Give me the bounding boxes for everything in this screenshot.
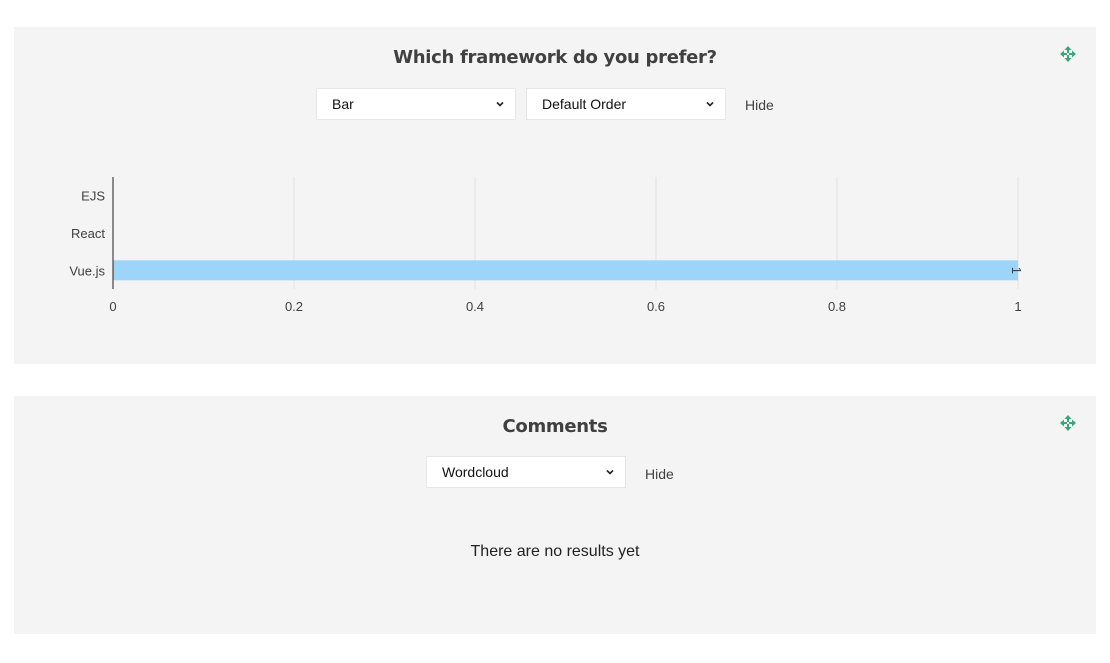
x-tick-label: 0.4 <box>466 299 484 314</box>
x-tick-label: 0 <box>109 299 116 314</box>
x-tick-label: 0.2 <box>285 299 303 314</box>
x-tick-label: 0.6 <box>647 299 665 314</box>
x-tick-label: 1 <box>1014 299 1021 314</box>
y-category-label: Vue.js <box>69 263 105 278</box>
y-category-label: EJS <box>81 189 105 204</box>
hide-comments-button[interactable]: Hide <box>645 466 674 482</box>
comments-view-select[interactable]: Wordcloud <box>426 456 626 488</box>
move-arrows-icon[interactable] <box>1060 415 1076 431</box>
bar-chart: 0 0.2 0.4 0.6 0.8 1 EJS React Vue.js 1 <box>69 177 1024 314</box>
chevron-down-icon <box>606 469 614 475</box>
empty-results-message: There are no results yet <box>470 543 640 560</box>
bar-data-label: 1 <box>1009 267 1024 274</box>
y-category-label: React <box>71 226 105 241</box>
comments-view-select-value: Wordcloud <box>442 464 509 480</box>
comments-title: Comments <box>502 416 608 437</box>
bar <box>113 260 1018 281</box>
comments-panel: Comments Wordcloud Hide There are no res… <box>14 396 1096 634</box>
x-tick-label: 0.8 <box>828 299 846 314</box>
question-panel: Which framework do you prefer? Bar Defau… <box>14 27 1096 364</box>
